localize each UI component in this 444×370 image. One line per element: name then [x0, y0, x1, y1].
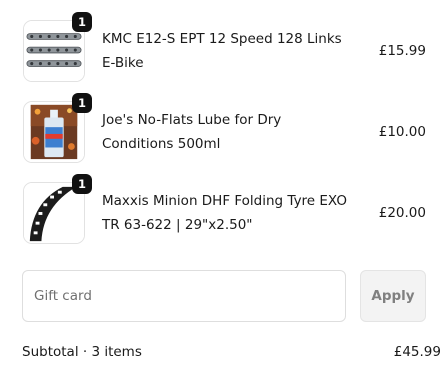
- gift-card-input[interactable]: [22, 270, 346, 322]
- item-name: KMC E12-S EPT 12 Speed 128 Links E-Bike: [102, 31, 342, 71]
- item-price: £20.00: [378, 205, 426, 221]
- subtotal-value: £45.99: [393, 344, 441, 360]
- apply-gift-card-button[interactable]: Apply: [360, 270, 426, 322]
- item-price: £10.00: [378, 124, 426, 140]
- quantity-badge: 1: [72, 174, 92, 194]
- cart-item: 1 Joe's No-Flats Lube for Dry Conditions…: [23, 93, 429, 163]
- item-price: £15.99: [378, 43, 426, 59]
- item-name: Joe's No-Flats Lube for Dry Conditions 5…: [102, 112, 282, 152]
- quantity-badge: 1: [72, 12, 92, 32]
- cart-item: 1 KMC E12-S EPT 12 Speed 128 Links E-Bik…: [23, 12, 429, 82]
- cart-item: 1 Maxxis Minion DHF Folding Tyre EXO TR …: [23, 174, 429, 244]
- subtotal-label: Subtotal · 3 items: [22, 344, 142, 360]
- item-name: Maxxis Minion DHF Folding Tyre EXO TR 63…: [102, 193, 347, 233]
- quantity-badge: 1: [72, 93, 92, 113]
